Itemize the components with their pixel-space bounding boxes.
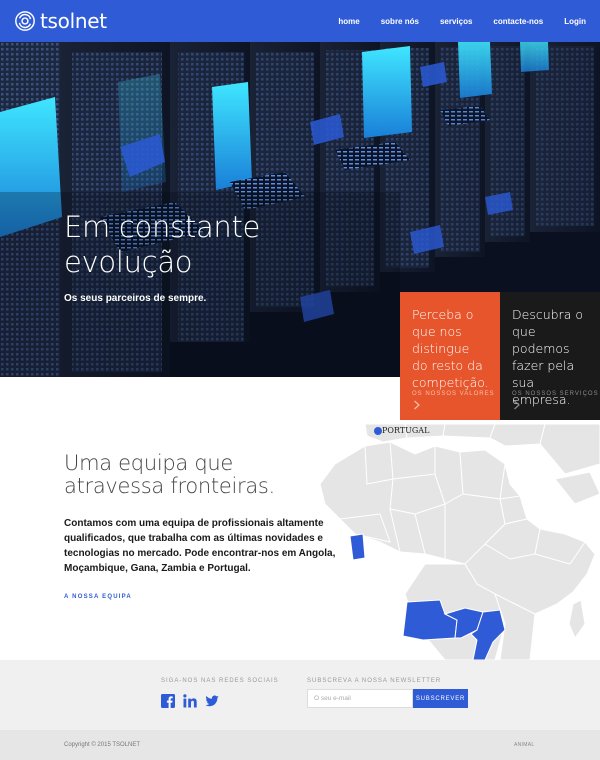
nav-login[interactable]: Login bbox=[564, 17, 586, 26]
values-link[interactable]: OS NOSSOS VALORES bbox=[412, 391, 495, 397]
site-header: tsolnet home sobre nós serviços contacte… bbox=[0, 0, 600, 42]
facebook-icon[interactable] bbox=[161, 694, 175, 708]
nav-contact[interactable]: contacte-nos bbox=[493, 17, 543, 26]
values-card-text: Perceba o que nos distingue do resto da … bbox=[412, 307, 489, 390]
hero-title: Em constante evolução bbox=[64, 210, 260, 280]
linkedin-icon[interactable] bbox=[183, 694, 197, 708]
copyright: Copyright © 2015 TSOLNET bbox=[64, 742, 141, 748]
logo-text: tsolnet bbox=[40, 9, 107, 33]
footer-bottom-bar: Copyright © 2015 TSOLNET ANIMAL bbox=[0, 730, 600, 760]
newsletter-label: SUBSCREVA A NOSSA NEWSLETTER bbox=[307, 678, 442, 684]
logo[interactable]: tsolnet bbox=[14, 8, 107, 34]
nav-about[interactable]: sobre nós bbox=[381, 17, 419, 26]
credit-link[interactable]: ANIMAL bbox=[514, 742, 534, 748]
chevron-right-icon bbox=[414, 400, 420, 410]
logo-icon bbox=[15, 11, 35, 31]
chevron-right-icon bbox=[514, 400, 520, 410]
twitter-icon[interactable] bbox=[205, 694, 219, 708]
team-title: Uma equipa que atravessa fronteiras. bbox=[64, 452, 275, 498]
map-label: PORTUGAL bbox=[382, 426, 430, 435]
social-icons bbox=[161, 694, 219, 708]
footer-social-newsletter: SIGA-NOS NAS REDES SOCIAIS SUBSCREVA A N… bbox=[0, 660, 600, 730]
hero-title-line-2: evolução bbox=[64, 245, 193, 279]
services-card[interactable]: Descubra o que podemos fazer pela sua em… bbox=[500, 292, 600, 420]
social-label: SIGA-NOS NAS REDES SOCIAIS bbox=[161, 678, 279, 684]
team-title-line-1: Uma equipa que bbox=[64, 451, 233, 475]
newsletter-email-input[interactable] bbox=[307, 689, 413, 708]
team-description: Contamos com uma equipa de profissionais… bbox=[64, 518, 336, 574]
team-link[interactable]: A NOSSA EQUIPA bbox=[64, 594, 132, 600]
hero-subtitle: Os seus parceiros de sempre. bbox=[64, 293, 207, 304]
subscribe-button[interactable]: SUBSCREVER bbox=[413, 689, 468, 708]
nav-home[interactable]: home bbox=[338, 17, 359, 26]
services-link[interactable]: OS NOSSOS SERVIÇOS bbox=[512, 391, 599, 397]
nav-services[interactable]: serviços bbox=[440, 17, 472, 26]
portugal-marker bbox=[374, 427, 382, 435]
main-nav: home sobre nós serviços contacte-nos Log… bbox=[338, 0, 586, 42]
team-title-line-2: atravessa fronteiras. bbox=[64, 474, 275, 498]
values-card[interactable]: Perceba o que nos distingue do resto da … bbox=[400, 292, 500, 420]
hero-title-line-1: Em constante bbox=[64, 210, 261, 244]
